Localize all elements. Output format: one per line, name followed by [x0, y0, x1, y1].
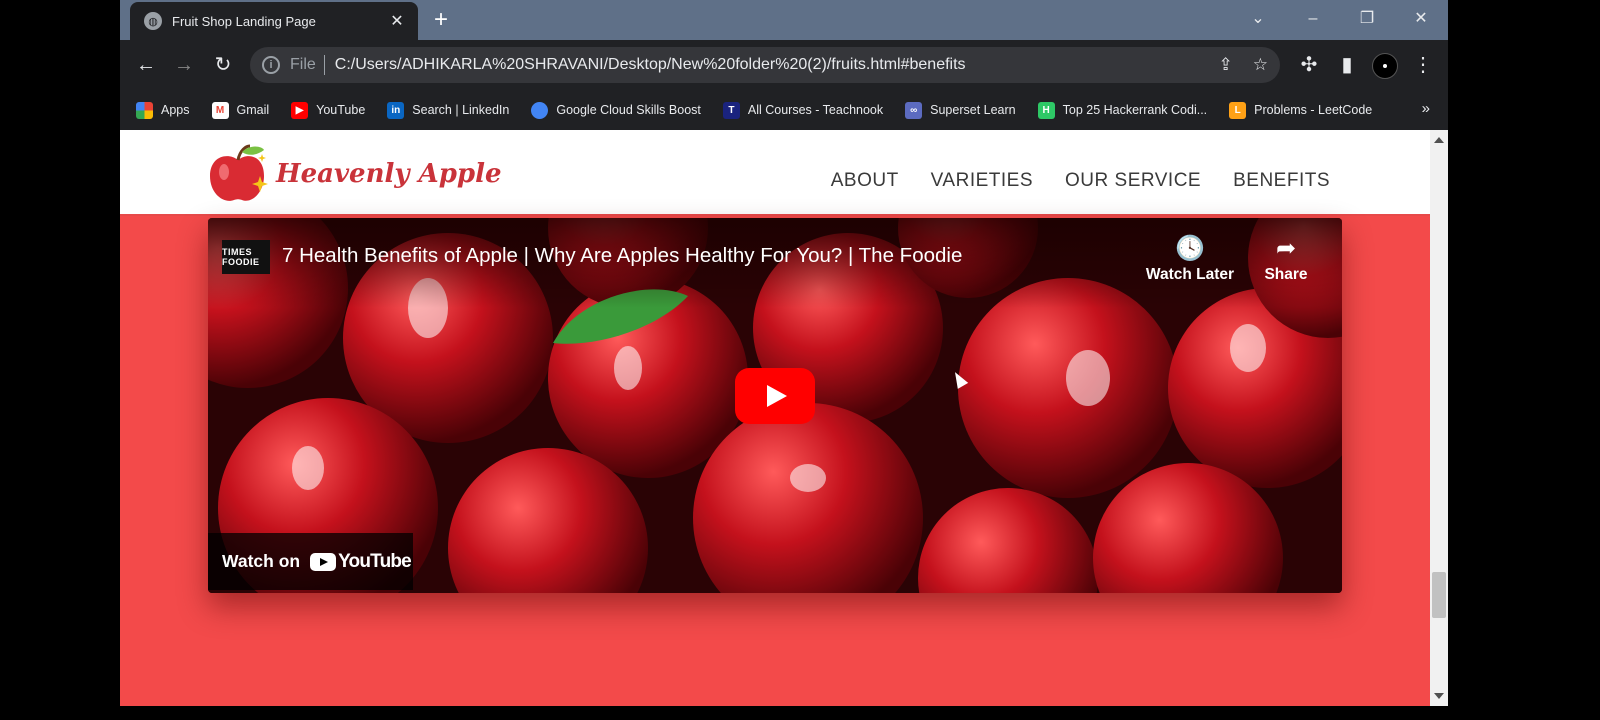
restore-button[interactable]: ❐ — [1354, 6, 1380, 32]
screen: ◍ Fruit Shop Landing Page ✕ + ⌄ – ❐ ✕ ← … — [0, 0, 1600, 720]
site-logo[interactable]: Heavenly Apple — [206, 142, 502, 206]
new-tab-button[interactable]: + — [428, 8, 454, 34]
back-button[interactable]: ← — [133, 52, 159, 78]
bookmark-gmail[interactable]: M Gmail — [211, 101, 270, 119]
teachnook-icon: T — [722, 101, 740, 119]
scroll-up-icon[interactable] — [1434, 137, 1444, 143]
extensions-icon[interactable]: ✣ — [1296, 52, 1322, 78]
share-label: Share — [1264, 266, 1308, 283]
reload-button[interactable]: ↻ — [210, 52, 236, 78]
leetcode-icon: L — [1229, 101, 1247, 119]
url-scheme: File — [290, 56, 316, 73]
more-bookmarks-icon[interactable]: » — [1422, 100, 1430, 117]
apple-logo-icon — [210, 144, 268, 201]
hackerrank-icon: H — [1037, 101, 1055, 119]
youtube-logo: YouTube — [310, 550, 412, 573]
site-header: Heavenly Apple ABOUT VARIETIES OUR SERVI… — [120, 130, 1430, 216]
bookmark-label: Top 25 Hackerrank Codi... — [1062, 103, 1208, 117]
scroll-down-icon[interactable] — [1434, 693, 1444, 699]
share-arrow-icon: ➦ — [1275, 235, 1297, 262]
bookmark-teachnook[interactable]: T All Courses - Teachnook — [722, 101, 884, 119]
gmail-icon: M — [211, 101, 229, 119]
linkedin-icon: in — [387, 101, 405, 119]
youtube-wordmark: YouTube — [338, 550, 412, 572]
menu-kebab-icon[interactable]: ⋮ — [1410, 52, 1436, 78]
nav-about[interactable]: ABOUT — [831, 170, 899, 192]
watch-later-button[interactable]: 🕓 Watch Later — [1140, 234, 1240, 284]
bookmark-label: Gmail — [236, 103, 270, 117]
bookmark-label: Google Cloud Skills Boost — [556, 103, 701, 117]
bookmark-label: Apps — [161, 103, 190, 117]
nav-benefits[interactable]: BENEFITS — [1233, 170, 1330, 192]
play-button[interactable] — [735, 368, 815, 424]
youtube-play-icon — [310, 552, 337, 571]
bookmark-hackerrank[interactable]: H Top 25 Hackerrank Codi... — [1037, 101, 1208, 119]
toolbar: ← → ↻ i File C:/Users/ADHIKARLA%20SHRAVA… — [120, 40, 1448, 90]
minimize-button[interactable]: – — [1300, 6, 1326, 32]
watch-on-label: Watch on — [222, 551, 301, 571]
watch-on-youtube-button[interactable]: Watch on YouTube — [208, 533, 413, 590]
divider — [323, 55, 325, 75]
globe-icon: ◍ — [144, 12, 162, 30]
bookmark-youtube[interactable]: ▶ YouTube — [291, 101, 366, 119]
logo-text: Heavenly Apple — [276, 159, 502, 189]
browser-window: ◍ Fruit Shop Landing Page ✕ + ⌄ – ❐ ✕ ← … — [120, 0, 1448, 706]
bookmark-linkedin[interactable]: in Search | LinkedIn — [387, 101, 510, 119]
info-icon[interactable]: i — [262, 56, 280, 74]
google-cloud-icon — [531, 101, 549, 119]
site-nav: ABOUT VARIETIES OUR SERVICE BENEFITS — [799, 170, 1330, 192]
scrollbar-thumb[interactable] — [1432, 572, 1446, 618]
window-close-button[interactable]: ✕ — [1408, 6, 1434, 32]
youtube-icon: ▶ — [291, 101, 309, 119]
close-icon[interactable]: ✕ — [388, 11, 406, 31]
bookmark-label: Problems - LeetCode — [1254, 103, 1373, 117]
youtube-embed[interactable]: TIMES FOODIE 7 Health Benefits of Apple … — [208, 218, 1342, 593]
star-bookmark-icon[interactable]: ☆ — [1253, 55, 1268, 75]
channel-avatar[interactable]: TIMES FOODIE — [222, 240, 270, 274]
share-page-icon[interactable]: ⇪ — [1219, 55, 1233, 75]
tab-strip: ◍ Fruit Shop Landing Page ✕ + ⌄ – ❐ ✕ — [120, 0, 1448, 40]
page-viewport: Heavenly Apple ABOUT VARIETIES OUR SERVI… — [120, 130, 1448, 706]
chevron-down-icon[interactable]: ⌄ — [1245, 6, 1271, 32]
watch-later-label: Watch Later — [1145, 266, 1235, 283]
side-panel-icon[interactable]: ▮ — [1334, 52, 1360, 78]
video-title[interactable]: 7 Health Benefits of Apple | Why Are App… — [282, 244, 962, 268]
address-bar[interactable]: i File C:/Users/ADHIKARLA%20SHRAVANI/Des… — [250, 47, 1280, 83]
nav-our-service[interactable]: OUR SERVICE — [1065, 170, 1201, 192]
bookmarks-bar: Apps M Gmail ▶ YouTube in Search | Linke… — [120, 90, 1448, 130]
bookmark-label: All Courses - Teachnook — [747, 103, 884, 117]
bookmark-label: Search | LinkedIn — [412, 103, 510, 117]
tab-fruit-shop[interactable]: ◍ Fruit Shop Landing Page ✕ — [130, 2, 418, 40]
apps-grid-icon — [136, 101, 153, 119]
bookmark-apps[interactable]: Apps — [136, 101, 190, 119]
bookmark-leetcode[interactable]: L Problems - LeetCode — [1229, 101, 1373, 119]
bookmark-google-cloud[interactable]: Google Cloud Skills Boost — [531, 101, 701, 119]
page-scrollbar[interactable] — [1430, 130, 1448, 706]
benefits-section: Heavenly Apple ABOUT VARIETIES OUR SERVI… — [120, 130, 1430, 706]
clock-icon: 🕓 — [1175, 235, 1205, 262]
forward-button[interactable]: → — [171, 52, 197, 78]
nav-varieties[interactable]: VARIETIES — [931, 170, 1033, 192]
bookmark-label: YouTube — [316, 103, 366, 117]
share-button[interactable]: ➦ Share — [1236, 234, 1336, 284]
bookmark-label: Superset Learn — [930, 103, 1016, 117]
tab-title: Fruit Shop Landing Page — [172, 13, 316, 29]
superset-icon: ∞ — [905, 101, 923, 119]
bookmark-superset[interactable]: ∞ Superset Learn — [905, 101, 1016, 119]
url-text[interactable]: C:/Users/ADHIKARLA%20SHRAVANI/Desktop/Ne… — [335, 56, 1199, 74]
profile-avatar[interactable] — [1372, 53, 1398, 79]
